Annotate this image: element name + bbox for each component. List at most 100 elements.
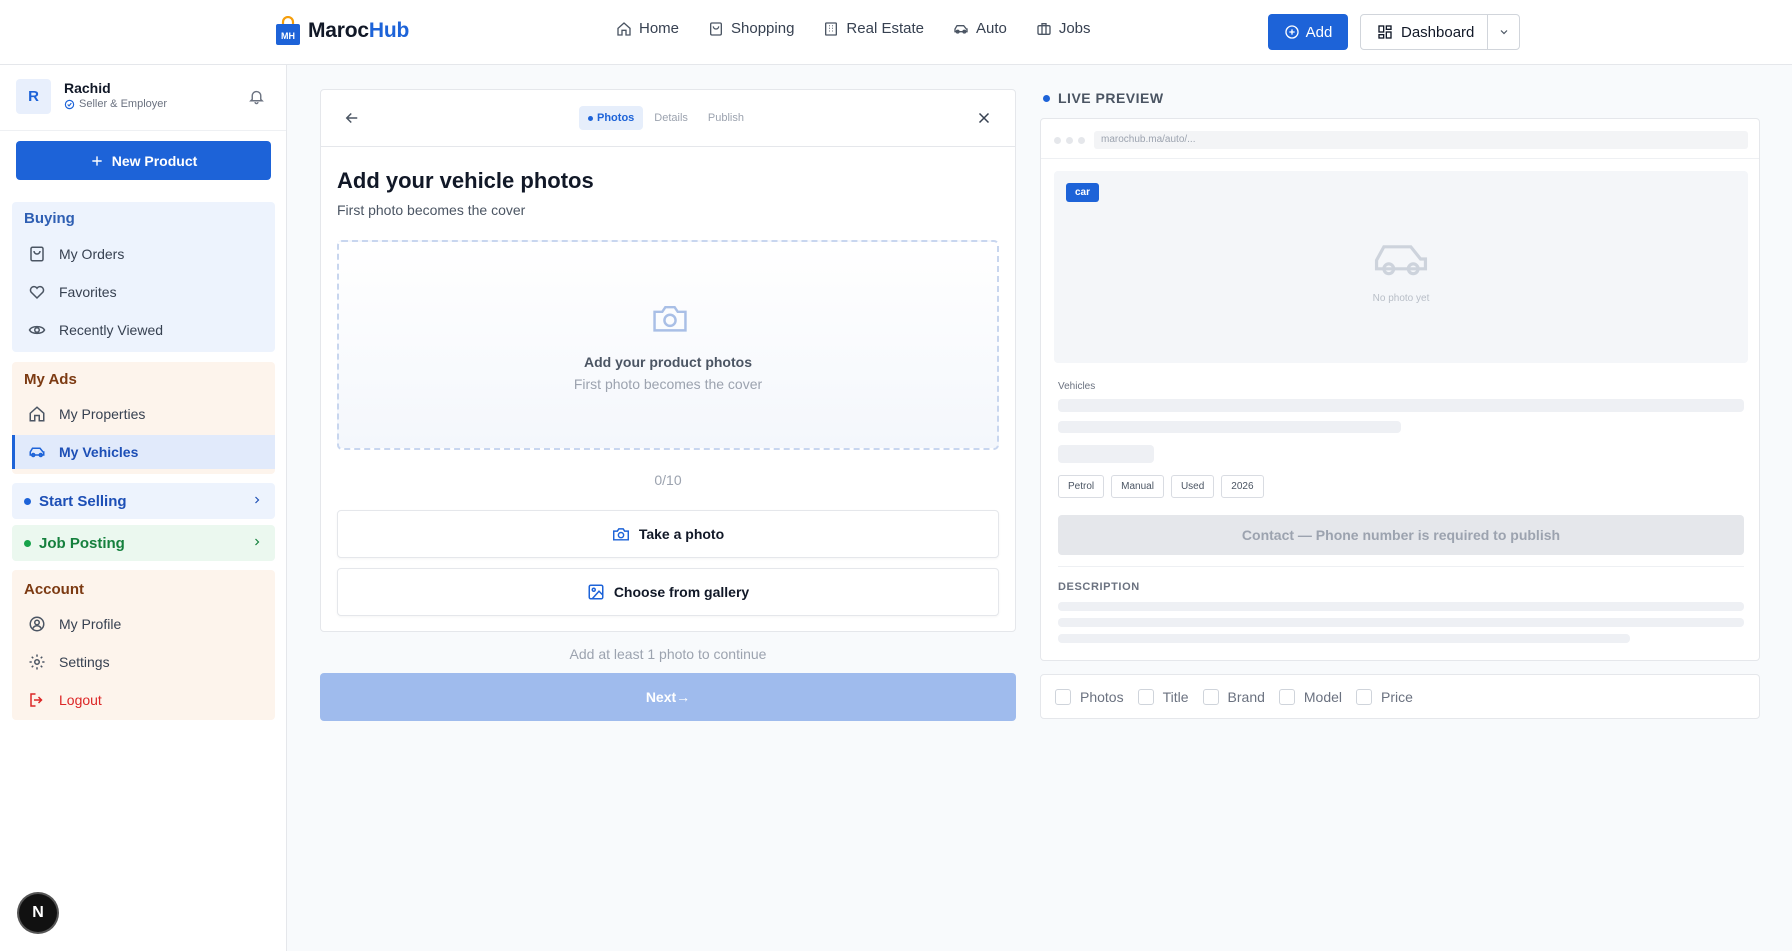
logo-bag-icon: MH [275, 16, 301, 46]
step-details[interactable]: Details [645, 106, 697, 130]
dashboard-split-button: Dashboard [1360, 14, 1520, 50]
main-nav: Home Shopping Real Estate Auto Jobs [616, 20, 1091, 37]
image-icon [588, 584, 604, 600]
continue-hint: Add at least 1 photo to continue [569, 646, 767, 662]
tag-fuel: Petrol [1058, 475, 1105, 498]
sidebar-item-my-properties[interactable]: My Properties [12, 397, 275, 431]
photo-dropzone[interactable]: Add your product photos First photo beco… [337, 240, 999, 450]
dashboard-dropdown-toggle[interactable] [1488, 15, 1519, 49]
user-circle-icon [29, 616, 45, 632]
close-button[interactable] [975, 109, 993, 127]
dev-badge[interactable]: N [19, 894, 57, 932]
notifications-button[interactable] [248, 88, 265, 105]
plus-icon [92, 155, 102, 166]
brand-name: MarocHub [308, 19, 410, 42]
car-icon [29, 447, 45, 458]
status-dot [24, 497, 31, 505]
sidebar-item-my-profile[interactable]: My Profile [12, 607, 275, 641]
chevron-right-icon [255, 538, 260, 546]
no-photo-text: No photo yet [1372, 293, 1430, 304]
buying-title: Buying [24, 210, 75, 227]
category-badge: car [1066, 183, 1100, 202]
wizard-steps: Photos Details Publish [579, 106, 753, 130]
nav-auto[interactable]: Auto [953, 20, 1007, 37]
building-icon [825, 21, 838, 36]
eye-icon [28, 325, 46, 335]
tag-transmission: Manual [1111, 475, 1164, 498]
step-publish[interactable]: Publish [699, 106, 753, 130]
checklist-brand: Brand [1202, 688, 1265, 705]
dropzone-subtitle: First photo becomes the cover [573, 376, 763, 392]
sidebar-item-start-selling[interactable]: Start Selling [12, 483, 275, 519]
sidebar-item-settings[interactable]: Settings [12, 645, 275, 679]
home-icon [617, 21, 631, 36]
heart-icon [29, 285, 45, 300]
buying-section: Buying My Orders Favorites Recently View… [12, 202, 275, 352]
car-placeholder-icon [1369, 237, 1433, 281]
wizard-subtitle: First photo becomes the cover [337, 202, 526, 218]
live-preview-card: marochub.ma/auto/... car No photo yet Ve… [1040, 118, 1760, 661]
description-skeleton [1058, 634, 1630, 643]
sidebar-item-job-posting[interactable]: Job Posting [12, 525, 275, 561]
shopping-bag-icon [30, 246, 44, 262]
divider [1058, 566, 1744, 567]
photo-wizard-card: Photos Details Publish Add your vehicle … [320, 89, 1016, 632]
live-preview-label: LIVE PREVIEW [1043, 90, 1164, 106]
sidebar-item-recently-viewed[interactable]: Recently Viewed [12, 313, 275, 347]
user-card: R Rachid Seller & Employer [16, 79, 271, 115]
nav-real-estate[interactable]: Real Estate [823, 20, 924, 37]
title-skeleton [1058, 399, 1744, 412]
chevron-right-icon [255, 496, 260, 504]
contact-button-disabled: Contact — Phone number is required to pu… [1058, 515, 1744, 555]
step-photos[interactable]: Photos [579, 106, 644, 130]
preview-category: Vehicles [1058, 381, 1096, 392]
logo-mark-text: MH [281, 31, 295, 41]
sidebar-item-favorites[interactable]: Favorites [12, 275, 275, 309]
logout-icon [30, 693, 43, 707]
checklist-price: Price [1356, 688, 1413, 705]
checklist-title: Title [1137, 688, 1189, 705]
sidebar-item-logout[interactable]: Logout [12, 683, 275, 717]
account-section: Account My Profile Settings Logout [12, 570, 275, 720]
dashboard-button[interactable]: Dashboard [1361, 15, 1488, 49]
gear-icon [29, 654, 45, 670]
nav-shopping[interactable]: Shopping [708, 20, 794, 37]
nav-jobs[interactable]: Jobs [1036, 20, 1091, 37]
new-product-button[interactable]: New Product [16, 141, 271, 180]
take-photo-button[interactable]: Take a photo [337, 510, 999, 558]
preview-url: marochub.ma/auto/... [1094, 131, 1748, 149]
checklist-model: Model [1278, 688, 1342, 705]
price-skeleton [1058, 445, 1154, 463]
choose-gallery-button[interactable]: Choose from gallery [337, 568, 999, 616]
sidebar: R Rachid Seller & Employer New Product B… [0, 65, 287, 951]
next-button[interactable]: Next→ [320, 673, 1016, 721]
preview-image: car No photo yet [1054, 171, 1748, 363]
divider [0, 130, 286, 131]
nav-home[interactable]: Home [616, 20, 679, 37]
preview-browser-bar: marochub.ma/auto/... [1041, 119, 1759, 159]
back-button[interactable] [343, 109, 361, 127]
user-role: Seller & Employer [64, 98, 167, 110]
user-name: Rachid [64, 80, 111, 96]
account-title: Account [24, 581, 84, 598]
description-skeleton [1058, 618, 1744, 627]
wizard-title: Add your vehicle photos [337, 168, 594, 193]
live-dot [1043, 94, 1050, 102]
subtitle-skeleton [1058, 421, 1401, 433]
sidebar-item-my-vehicles[interactable]: My Vehicles [12, 435, 275, 469]
sidebar-item-my-orders[interactable]: My Orders [12, 237, 275, 271]
arrow-left-icon [345, 112, 358, 124]
camera-icon [651, 301, 689, 335]
verified-check-icon [64, 99, 75, 109]
brand-logo[interactable]: MH MarocHub [275, 16, 409, 46]
preview-tags: Petrol Manual Used 2026 [1058, 475, 1264, 498]
shopping-bag-icon [710, 21, 723, 36]
add-button[interactable]: Add [1268, 14, 1348, 50]
checklist-photos: Photos [1055, 688, 1124, 705]
plus-circle-icon [1284, 25, 1299, 39]
publish-checklist: Photos Title Brand Model Price [1040, 674, 1760, 719]
my-ads-title: My Ads [24, 371, 77, 388]
chevron-down-icon [1500, 30, 1507, 35]
avatar[interactable]: R [16, 79, 51, 114]
wizard-header: Photos Details Publish [321, 90, 1015, 147]
